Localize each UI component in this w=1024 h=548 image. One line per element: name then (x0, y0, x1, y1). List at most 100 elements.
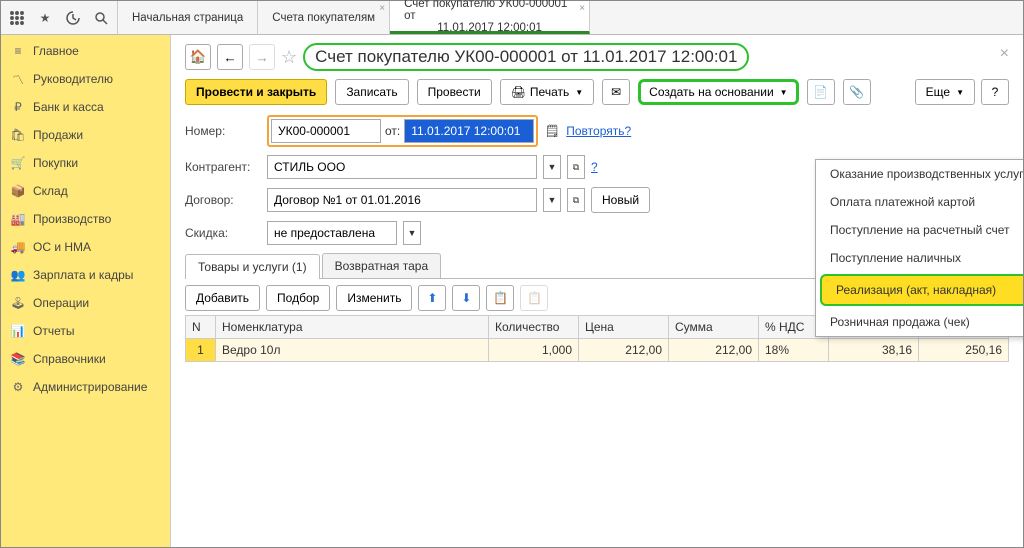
discount-label: Скидка: (185, 226, 261, 240)
tab-label: 11.01.2017 12:00:01 (437, 22, 542, 34)
sidebar: ≡ Главное 〽Руководителю ₽ Банк и касса 🛍Пр… (1, 35, 171, 547)
sidebar-item-operations[interactable]: 🕹Операции (1, 289, 170, 317)
table-row[interactable]: 1 Ведро 10л 1,000 212,00 212,00 18% 38,1… (186, 339, 1009, 362)
sidebar-item-hr[interactable]: 👥Зарплата и кадры (1, 261, 170, 289)
close-doc-button[interactable]: × (1000, 45, 1009, 63)
star-outline-icon[interactable]: ☆ (281, 47, 297, 68)
write-button[interactable]: Записать (335, 79, 408, 105)
dd-item-cash-receipt[interactable]: Поступление наличных (816, 244, 1023, 272)
close-icon[interactable]: × (379, 3, 385, 14)
discount-input[interactable] (267, 221, 397, 245)
add-row-button[interactable]: Добавить (185, 285, 260, 311)
sidebar-item-catalogs[interactable]: 📚Справочники (1, 345, 170, 373)
star-icon[interactable]: ★ (35, 8, 55, 28)
sidebar-item-label: Покупки (33, 156, 78, 170)
contract-input[interactable] (267, 188, 537, 212)
sidebar-item-main[interactable]: ≡ Главное (1, 37, 170, 65)
col-sum: Сумма (669, 316, 759, 339)
move-down-button[interactable]: ⬇ (452, 285, 480, 311)
cell-vat: 38,16 (829, 339, 919, 362)
bag-icon: 🛍 (11, 128, 25, 142)
sidebar-item-sales[interactable]: 🛍Продажи (1, 121, 170, 149)
sidebar-item-warehouse[interactable]: 📦 Склад (1, 177, 170, 205)
menu-icon: ≡ (11, 44, 25, 58)
subtab-goods[interactable]: Товары и услуги (1) (185, 254, 320, 279)
subtab-tare[interactable]: Возвратная тара (322, 253, 442, 278)
dd-item-retail-sale[interactable]: Розничная продажа (чек) (816, 308, 1023, 336)
tab-label: Начальная страница (132, 12, 243, 24)
email-button[interactable]: ✉ (602, 79, 630, 105)
col-n: N (186, 316, 216, 339)
more-button[interactable]: Еще▼ (915, 79, 975, 105)
tab-current-doc[interactable]: Счет покупателю УК00-000001 от 11.01.201… (390, 1, 590, 34)
history-icon[interactable] (63, 8, 83, 28)
new-contract-button[interactable]: Новый (591, 187, 650, 213)
sidebar-item-label: Справочники (33, 352, 106, 366)
sidebar-item-production[interactable]: 🏭Производство (1, 205, 170, 233)
tab-invoices[interactable]: Счета покупателям × (258, 1, 390, 34)
ruble-icon: ₽ (11, 100, 25, 114)
counterparty-label: Контрагент: (185, 160, 261, 174)
printer-icon: 🖨 (511, 85, 526, 99)
sidebar-item-admin[interactable]: ⚙Администрирование (1, 373, 170, 401)
forward-button[interactable]: → (249, 44, 275, 70)
attach-button[interactable]: 📎 (843, 79, 871, 105)
gear-icon: ⚙ (11, 380, 25, 394)
create-based-button[interactable]: Создать на основании▼ (638, 79, 798, 105)
move-up-button[interactable]: ⬆ (418, 285, 446, 311)
apps-icon[interactable] (7, 8, 27, 28)
related-docs-button[interactable]: 📄 (807, 79, 835, 105)
sidebar-item-assets[interactable]: 🚚ОС и НМА (1, 233, 170, 261)
create-based-label: Создать на основании (649, 85, 774, 99)
dd-item-bank-receipt[interactable]: Поступление на расчетный счет (816, 216, 1023, 244)
col-price: Цена (579, 316, 669, 339)
post-button[interactable]: Провести (417, 79, 492, 105)
tab-label: Счета покупателям (272, 12, 375, 24)
dropdown-icon[interactable]: ▼ (543, 155, 561, 179)
post-and-close-button[interactable]: Провести и закрыть (185, 79, 327, 105)
home-button[interactable]: 🏠 (185, 44, 211, 70)
edit-button[interactable]: Изменить (336, 285, 412, 311)
copy-button[interactable]: 📋 (486, 285, 514, 311)
sidebar-item-label: Главное (33, 44, 79, 58)
repeat-link[interactable]: Повторять? (566, 124, 631, 138)
col-qty: Количество (489, 316, 579, 339)
counterparty-help[interactable]: ? (591, 160, 598, 174)
sidebar-item-label: Зарплата и кадры (33, 268, 133, 282)
search-icon[interactable] (91, 8, 111, 28)
open-icon[interactable]: ⧉ (567, 155, 585, 179)
dd-item-realization[interactable]: Реализация (акт, накладная) (820, 274, 1023, 306)
truck-icon: 🚚 (11, 240, 25, 254)
chart-icon: 〽 (11, 72, 25, 86)
print-button[interactable]: 🖨Печать▼ (500, 79, 594, 105)
calendar-icon[interactable]: 🗒 (544, 123, 560, 139)
cell-n: 1 (186, 339, 216, 362)
sidebar-item-bank[interactable]: ₽ Банк и касса (1, 93, 170, 121)
cell-total: 250,16 (919, 339, 1009, 362)
tab-home[interactable]: Начальная страница (118, 1, 258, 34)
cell-vat-pct: 18% (759, 339, 829, 362)
col-nom: Номенклатура (216, 316, 489, 339)
close-icon[interactable]: × (579, 3, 585, 14)
back-button[interactable]: ← (217, 44, 243, 70)
sidebar-item-manager[interactable]: 〽Руководителю (1, 65, 170, 93)
pick-button[interactable]: Подбор (266, 285, 330, 311)
box-icon: 📦 (11, 184, 25, 198)
sidebar-item-reports[interactable]: 📊Отчеты (1, 317, 170, 345)
dropdown-icon[interactable]: ▼ (403, 221, 421, 245)
sidebar-item-label: Склад (33, 184, 68, 198)
number-input[interactable] (271, 119, 381, 143)
counterparty-input[interactable] (267, 155, 537, 179)
sidebar-item-purchases[interactable]: 🛒Покупки (1, 149, 170, 177)
dropdown-icon[interactable]: ▼ (543, 188, 561, 212)
help-button[interactable]: ? (981, 79, 1009, 105)
paste-button[interactable]: 📋 (520, 285, 548, 311)
drop-item-services[interactable]: Оказание производственных услуг (816, 160, 1023, 188)
open-icon[interactable]: ⧉ (567, 188, 585, 212)
sidebar-item-label: Банк и касса (33, 100, 104, 114)
date-input[interactable] (404, 119, 534, 143)
tab-label: Счет покупателю УК00-000001 от (404, 0, 575, 22)
dd-item-card-payment[interactable]: Оплата платежной картой (816, 188, 1023, 216)
cell-qty: 1,000 (489, 339, 579, 362)
create-based-menu: Оказание производственных услуг Оплата п… (815, 159, 1023, 337)
